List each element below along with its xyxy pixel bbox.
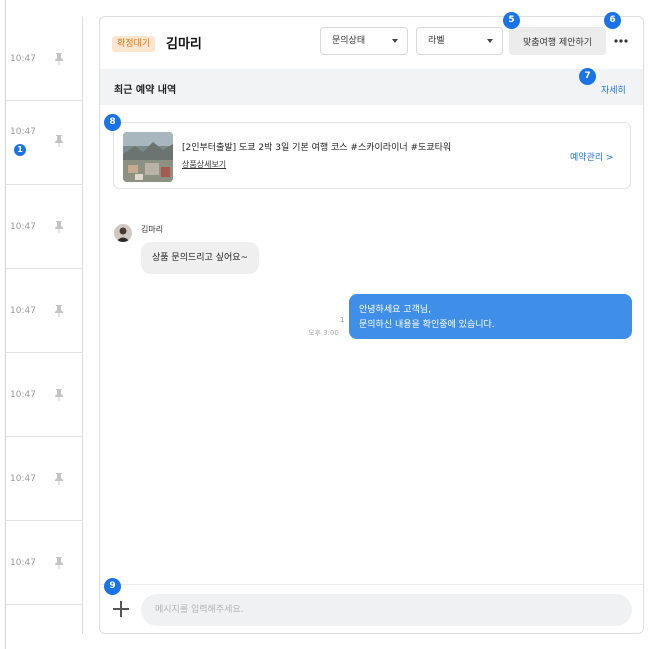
message-input[interactable] [141, 594, 632, 626]
avatar [114, 224, 132, 242]
inquiry-status-label: 문의상태 [332, 36, 366, 46]
callout-marker: 9 [104, 578, 121, 595]
recent-booking-title: 최근 예약 내역 [114, 85, 177, 96]
chevron-down-icon [487, 39, 493, 43]
conversation-item[interactable]: 10:47 [6, 269, 83, 353]
booking-card[interactable]: [2인부터출발] 도쿄 2박 3일 기본 여행 코스 #스카이라이너 #도쿄타워… [113, 122, 631, 189]
conversation-time: 10:47 [10, 54, 36, 64]
booking-product-title: [2인부터출발] 도쿄 2박 3일 기본 여행 코스 #스카이라이너 #도쿄타워 [182, 143, 452, 153]
pin-icon[interactable] [54, 53, 64, 65]
inquiry-status-dropdown[interactable]: 문의상태 [320, 27, 408, 55]
conversation-time: 10:47 [10, 390, 36, 400]
conversation-time: 10:47 [10, 558, 36, 568]
pin-icon[interactable] [54, 305, 64, 317]
message-timestamp: 오후 3:00 [308, 329, 339, 337]
chat-panel: 확정대기 김마리 문의상태 라벨 맞춤여행 제안하기 최근 예약 내역 자세히 [99, 16, 644, 634]
conversation-item[interactable]: 10:47 [6, 17, 83, 101]
composer [100, 584, 643, 633]
incoming-message-bubble: 상품 문의드리고 싶어요~ [141, 242, 260, 274]
message-sender-name: 김마리 [141, 225, 164, 234]
read-count: 1 [340, 316, 345, 324]
conversation-time: 10:47 [10, 222, 36, 232]
label-dropdown[interactable]: 라벨 [416, 27, 503, 55]
product-detail-link[interactable]: 상품상세보기 [182, 159, 226, 170]
unread-count-badge: 1 [14, 144, 26, 156]
callout-marker: 6 [604, 12, 621, 29]
suggest-trip-button[interactable]: 맞춤여행 제안하기 [509, 27, 606, 55]
conversation-item[interactable]: 10:47 [6, 353, 83, 437]
label-dropdown-label: 라벨 [428, 36, 445, 46]
pin-icon[interactable] [54, 389, 64, 401]
status-badge: 확정대기 [112, 36, 156, 52]
product-thumbnail [123, 132, 173, 182]
conversation-item[interactable]: 10:47 [6, 185, 83, 269]
outgoing-message-line: 문의하신 내용을 확인중에 있습니다. [359, 320, 495, 330]
recent-booking-bar: 최근 예약 내역 자세히 [100, 69, 643, 105]
callout-marker: 7 [579, 68, 596, 85]
pin-icon[interactable] [54, 557, 64, 569]
pin-icon[interactable] [54, 221, 64, 233]
conversation-list: 10:47 10:47 1 10:47 10:47 10:47 10:47 10… [6, 17, 83, 634]
customer-name: 김마리 [166, 37, 202, 52]
conversation-item[interactable]: 10:47 [6, 437, 83, 521]
outgoing-message-line: 안녕하세요 고객님, [359, 305, 431, 315]
pin-icon[interactable] [54, 473, 64, 485]
pin-icon[interactable] [54, 135, 64, 147]
conversation-time: 10:47 [10, 306, 36, 316]
outgoing-message-bubble: 안녕하세요 고객님, 문의하신 내용을 확인중에 있습니다. [349, 294, 632, 339]
booking-manage-link[interactable]: 예약관리 > [570, 150, 614, 163]
chat-header: 확정대기 김마리 문의상태 라벨 맞춤여행 제안하기 [100, 17, 643, 69]
recent-booking-detail-link[interactable]: 자세히 [601, 83, 626, 96]
plus-icon[interactable] [112, 600, 130, 618]
chevron-down-icon [392, 39, 398, 43]
conversation-item[interactable]: 10:47 [6, 521, 83, 605]
callout-marker: 5 [503, 12, 520, 29]
callout-marker: 8 [104, 114, 121, 131]
conversation-item[interactable]: 10:47 1 [6, 101, 83, 185]
conversation-time: 10:47 [10, 474, 36, 484]
more-options-icon[interactable] [613, 33, 629, 49]
conversation-time: 10:47 [10, 127, 36, 137]
